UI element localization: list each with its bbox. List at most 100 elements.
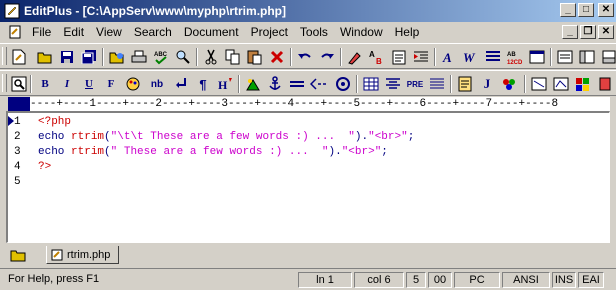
close-button[interactable]: ✕: [598, 3, 614, 17]
redo-icon[interactable]: [318, 48, 336, 66]
code-token: <?php: [38, 116, 72, 128]
code-line[interactable]: echo rtrim(" These are a few words :) ..…: [38, 145, 388, 160]
delete-icon[interactable]: [268, 48, 286, 66]
menu-edit[interactable]: Edit: [57, 25, 90, 39]
code-editor[interactable]: 1 2 3 4 5 <?php echo rtrim("\t\t These ar…: [6, 111, 610, 243]
code-line[interactable]: echo rtrim("\t\t These are a few words :…: [38, 130, 414, 145]
window-list-icon[interactable]: [556, 48, 574, 66]
code-token: "\t\t These are a few words :) ... ": [110, 131, 355, 143]
ruler-corner: [8, 97, 30, 111]
folder-icon[interactable]: [10, 248, 26, 262]
save-all-icon[interactable]: [80, 48, 98, 66]
toolbar-separator: [196, 48, 198, 66]
tab-rtrim-php[interactable]: rtrim.php: [46, 246, 120, 264]
paragraph-icon[interactable]: ¶: [194, 75, 212, 93]
menu-bar: File Edit View Search Document Project T…: [0, 22, 616, 42]
cut-icon[interactable]: [202, 48, 220, 66]
menu-tools[interactable]: Tools: [294, 25, 334, 39]
toolbar-grip[interactable]: [2, 74, 7, 92]
undo-icon[interactable]: [296, 48, 314, 66]
html-preview-icon[interactable]: [10, 75, 28, 93]
output-window-icon[interactable]: [600, 48, 616, 66]
status-column: col 6: [354, 272, 404, 288]
menu-search[interactable]: Search: [128, 25, 178, 39]
font-tag-button[interactable]: F: [102, 75, 120, 93]
nbsp-button[interactable]: nb: [148, 75, 166, 93]
image-icon[interactable]: [244, 75, 262, 93]
open-folder-icon[interactable]: [36, 48, 54, 66]
svg-text:B: B: [376, 57, 382, 65]
color-icon[interactable]: [124, 75, 142, 93]
form-icon[interactable]: [456, 75, 474, 93]
toolbar-separator: [434, 48, 436, 66]
word-wrap-icon[interactable]: W: [462, 48, 480, 66]
ie-icon[interactable]: [334, 75, 352, 93]
new-file-icon[interactable]: [10, 48, 28, 66]
print-icon[interactable]: [130, 48, 148, 66]
code-line[interactable]: ?>: [38, 160, 51, 175]
search-icon[interactable]: [174, 48, 192, 66]
menu-file[interactable]: File: [26, 25, 57, 39]
toolbar-separator: [290, 48, 292, 66]
line-number: 2: [14, 131, 21, 143]
menu-document[interactable]: Document: [178, 25, 245, 39]
status-insert-mode: INS: [552, 272, 576, 288]
indent-icon[interactable]: [412, 48, 430, 66]
paste-icon[interactable]: [246, 48, 264, 66]
copy-icon[interactable]: [224, 48, 242, 66]
line-break-icon[interactable]: [172, 75, 190, 93]
line-number: 3: [14, 146, 21, 158]
status-count: 5: [406, 272, 426, 288]
list-icon[interactable]: [428, 75, 446, 93]
document-icon[interactable]: [8, 25, 22, 39]
open-remote-icon[interactable]: [108, 48, 126, 66]
anchor-icon[interactable]: [266, 75, 284, 93]
quick-view-icon[interactable]: [552, 75, 570, 93]
svg-text:A: A: [369, 50, 375, 59]
heading-icon[interactable]: H: [216, 75, 234, 93]
doc-minimize-button[interactable]: _: [562, 25, 578, 39]
toolbar-separator: [524, 75, 526, 93]
underline-button[interactable]: U: [80, 75, 98, 93]
horizontal-rule-icon[interactable]: [288, 75, 306, 93]
color-picker-icon[interactable]: [574, 75, 592, 93]
tab-label: rtrim.php: [67, 249, 111, 261]
menu-view[interactable]: View: [90, 25, 128, 39]
javascript-button[interactable]: J: [478, 75, 496, 93]
menu-help[interactable]: Help: [389, 25, 426, 39]
doc-restore-button[interactable]: ❐: [580, 25, 596, 39]
comment-icon[interactable]: [310, 75, 328, 93]
clipboard-icon[interactable]: [390, 48, 408, 66]
minimize-button[interactable]: _: [560, 3, 576, 17]
doc-close-button[interactable]: ✕: [598, 25, 614, 39]
status-line-ending: PC: [454, 272, 500, 288]
toolbar-grip[interactable]: [2, 47, 7, 65]
spell-check-icon[interactable]: ABC: [152, 48, 170, 66]
cliptext-window-icon[interactable]: [578, 48, 596, 66]
maximize-button[interactable]: □: [578, 3, 594, 17]
code-token: rtrim: [71, 131, 105, 143]
pre-button[interactable]: PRE: [406, 75, 424, 93]
bold-button[interactable]: B: [36, 75, 54, 93]
status-bar: For Help, press F1 ln 1 col 6 5 00 PC AN…: [0, 268, 616, 290]
font-icon[interactable]: A: [440, 48, 458, 66]
ruler-icon[interactable]: [484, 48, 502, 66]
toolbar-overflow-icon[interactable]: [596, 75, 614, 93]
menu-project[interactable]: Project: [245, 25, 294, 39]
html-toolbar: B I U F nb ¶ H PRE J: [0, 70, 616, 96]
style-icon[interactable]: [500, 75, 518, 93]
italic-button[interactable]: I: [58, 75, 76, 93]
editplus-app-icon[interactable]: [4, 3, 20, 19]
status-extra: EAI: [578, 272, 604, 288]
preferences-icon[interactable]: [528, 48, 546, 66]
browser-view-icon[interactable]: [530, 75, 548, 93]
table-icon[interactable]: [362, 75, 380, 93]
menu-window[interactable]: Window: [334, 25, 389, 39]
code-line[interactable]: <?php: [38, 115, 71, 130]
replace-icon[interactable]: AB: [368, 48, 386, 66]
line-number-icon[interactable]: AB 12CD: [506, 48, 524, 66]
toolbar-separator: [340, 48, 342, 66]
center-align-icon[interactable]: [384, 75, 402, 93]
highlight-icon[interactable]: [346, 48, 364, 66]
save-icon[interactable]: [58, 48, 76, 66]
